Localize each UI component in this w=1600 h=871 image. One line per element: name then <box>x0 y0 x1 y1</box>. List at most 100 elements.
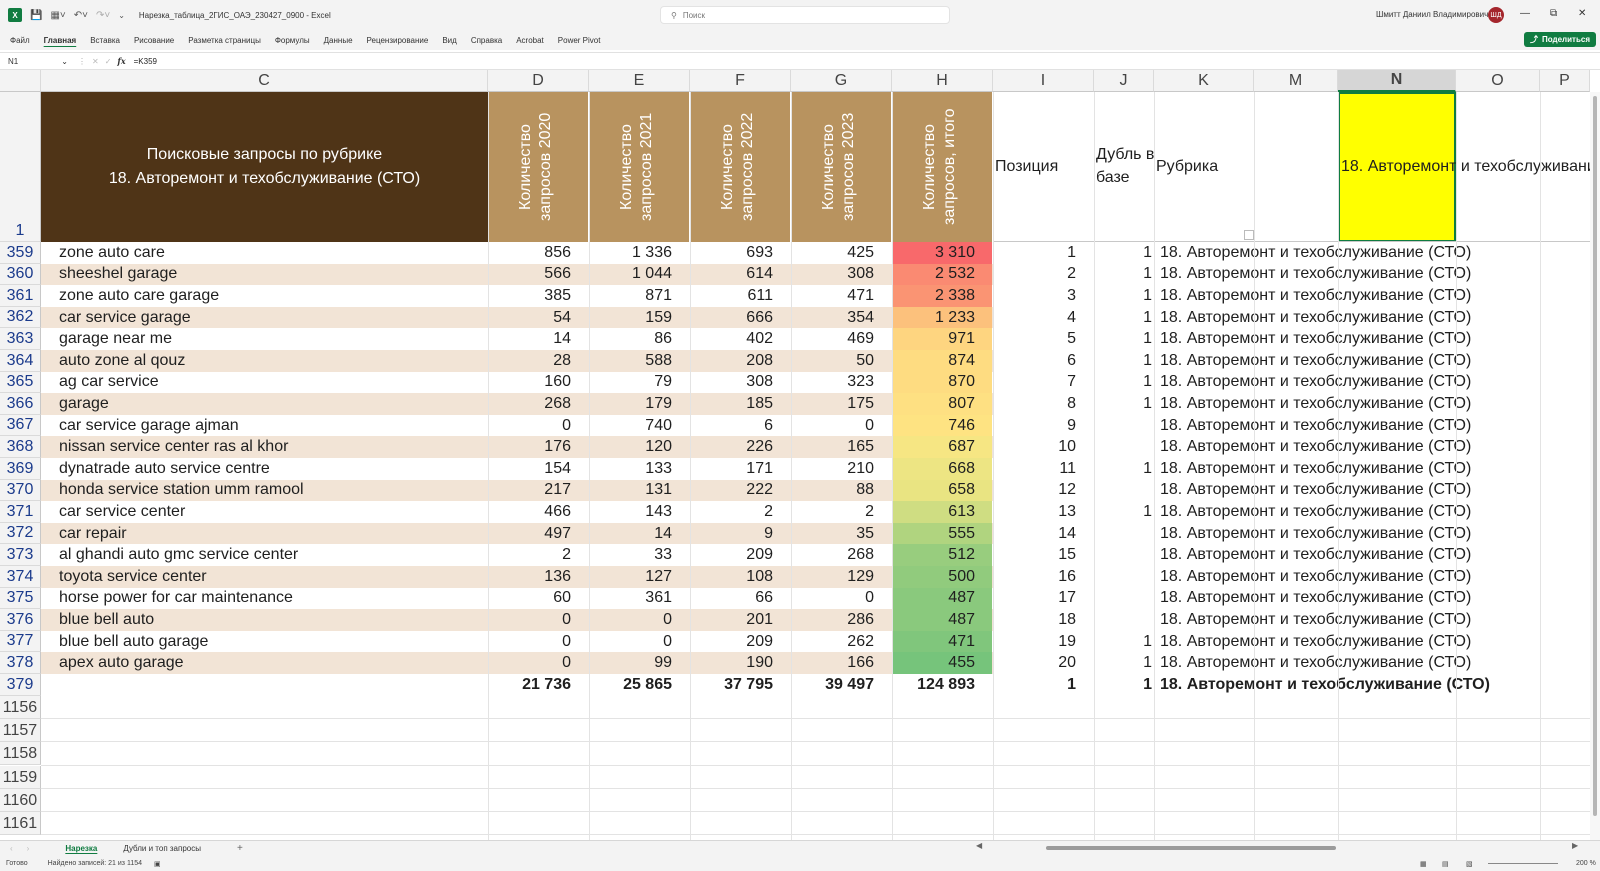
value-cell-e[interactable]: 120 <box>589 436 672 458</box>
column-header-e[interactable]: E <box>589 70 690 92</box>
value-cell-e[interactable]: 33 <box>589 544 672 566</box>
value-cell-f[interactable]: 666 <box>690 307 773 329</box>
query-cell[interactable]: zone auto care <box>59 242 165 264</box>
value-cell-d[interactable]: 136 <box>488 566 571 588</box>
rubric-cell[interactable]: 18. Авторемонт и техобслуживание (СТО) <box>1160 609 1471 631</box>
rubric-cell[interactable]: 18. Авторемонт и техобслуживание (СТО) <box>1160 458 1471 480</box>
row-header-empty[interactable]: 1157 <box>0 718 41 743</box>
tab-file[interactable]: Файл <box>10 36 30 45</box>
value-cell-d[interactable]: 466 <box>488 501 571 523</box>
rubric-cell[interactable]: 18. Авторемонт и техобслуживание (СТО) <box>1160 328 1471 350</box>
duplicate-cell[interactable]: 1 <box>1094 458 1152 480</box>
duplicate-cell[interactable] <box>1094 609 1152 631</box>
value-cell-g[interactable]: 268 <box>791 544 874 566</box>
value-cell-e[interactable]: 133 <box>589 458 672 480</box>
value-cell-d[interactable]: 0 <box>488 652 571 674</box>
value-cell-h[interactable]: 455 <box>892 652 975 674</box>
total-cell-e[interactable]: 25 865 <box>589 674 672 696</box>
value-cell-d[interactable]: 385 <box>488 285 571 307</box>
column-header-o[interactable]: O <box>1456 70 1540 92</box>
header-count-f[interactable]: Количество запросов 2022 <box>690 92 790 242</box>
tab-data[interactable]: Данные <box>324 36 353 45</box>
value-cell-f[interactable]: 222 <box>690 480 773 502</box>
value-cell-f[interactable]: 611 <box>690 285 773 307</box>
header-rubric[interactable]: Рубрика <box>1156 92 1218 242</box>
query-cell[interactable]: nissan service center ras al khor <box>59 436 288 458</box>
tab-draw[interactable]: Рисование <box>134 36 174 45</box>
sheet-tab-duplicates[interactable]: Дубли и топ запросы <box>117 844 207 853</box>
value-cell-i[interactable]: 18 <box>993 609 1076 631</box>
search-input[interactable]: ⚲ Поиск <box>660 6 950 24</box>
value-cell-d[interactable]: 497 <box>488 523 571 545</box>
value-cell-f[interactable]: 9 <box>690 523 773 545</box>
add-sheet-icon[interactable]: + <box>237 843 243 854</box>
value-cell-f[interactable]: 614 <box>690 264 773 286</box>
row-header[interactable]: 359 <box>0 242 41 264</box>
value-cell-i[interactable]: 16 <box>993 566 1076 588</box>
value-cell-e[interactable]: 179 <box>589 393 672 415</box>
row-header[interactable]: 364 <box>0 350 41 372</box>
formula-input[interactable]: =K359 <box>134 57 157 66</box>
save-icon[interactable]: 💾 <box>30 10 42 21</box>
query-cell[interactable]: toyota service center <box>59 566 207 588</box>
value-cell-f[interactable]: 6 <box>690 415 773 437</box>
row-header[interactable]: 368 <box>0 436 41 458</box>
value-cell-f[interactable]: 693 <box>690 242 773 264</box>
value-cell-e[interactable]: 588 <box>589 350 672 372</box>
share-button[interactable]: ⤴ Поделиться <box>1524 32 1596 47</box>
value-cell-i[interactable]: 6 <box>993 350 1076 372</box>
total-cell-g[interactable]: 39 497 <box>791 674 874 696</box>
name-box[interactable]: N1 ⌄ <box>4 54 72 68</box>
duplicate-cell[interactable] <box>1094 588 1152 610</box>
row-header[interactable]: 369 <box>0 458 41 480</box>
header-title-cell[interactable]: Поисковые запросы по рубрике 18. Авторемо… <box>41 92 488 242</box>
value-cell-g[interactable]: 165 <box>791 436 874 458</box>
query-cell[interactable]: ag car service <box>59 372 159 394</box>
header-count-g[interactable]: Количество запросов 2023 <box>791 92 891 242</box>
row-header[interactable]: 373 <box>0 544 41 566</box>
value-cell-d[interactable]: 160 <box>488 372 571 394</box>
duplicate-cell[interactable]: 1 <box>1094 285 1152 307</box>
value-cell-e[interactable]: 127 <box>589 566 672 588</box>
value-cell-i[interactable]: 13 <box>993 501 1076 523</box>
row-header-empty[interactable]: 1161 <box>0 812 41 836</box>
filter-button[interactable] <box>1244 230 1254 240</box>
value-cell-f[interactable]: 2 <box>690 501 773 523</box>
tab-help[interactable]: Справка <box>471 36 502 45</box>
value-cell-h[interactable]: 687 <box>892 436 975 458</box>
duplicate-cell[interactable] <box>1094 566 1152 588</box>
row-header[interactable]: 363 <box>0 328 41 350</box>
value-cell-d[interactable]: 268 <box>488 393 571 415</box>
value-cell-h[interactable]: 870 <box>892 372 975 394</box>
tab-review[interactable]: Рецензирование <box>367 36 429 45</box>
duplicate-cell[interactable]: 1 <box>1094 393 1152 415</box>
minimize-icon[interactable]: — <box>1520 8 1530 19</box>
value-cell-e[interactable]: 143 <box>589 501 672 523</box>
redo-icon[interactable]: ↷˅ <box>96 10 110 21</box>
duplicate-cell[interactable]: 1 <box>1094 264 1152 286</box>
total-rubric[interactable]: 18. Авторемонт и техобслуживание (СТО) <box>1160 674 1490 696</box>
value-cell-e[interactable]: 1 044 <box>589 264 672 286</box>
tab-view[interactable]: Вид <box>442 36 456 45</box>
value-cell-i[interactable]: 10 <box>993 436 1076 458</box>
row-header[interactable]: 374 <box>0 566 41 588</box>
duplicate-cell[interactable] <box>1094 436 1152 458</box>
rubric-cell[interactable]: 18. Авторемонт и техобслуживание (СТО) <box>1160 588 1471 610</box>
rubric-cell[interactable]: 18. Авторемонт и техобслуживание (СТО) <box>1160 566 1471 588</box>
value-cell-g[interactable]: 308 <box>791 264 874 286</box>
duplicate-cell[interactable]: 1 <box>1094 372 1152 394</box>
query-cell[interactable]: garage <box>59 393 109 415</box>
value-cell-h[interactable]: 2 338 <box>892 285 975 307</box>
duplicate-cell[interactable]: 1 <box>1094 350 1152 372</box>
rubric-cell[interactable]: 18. Авторемонт и техобслуживание (СТО) <box>1160 285 1471 307</box>
value-cell-g[interactable]: 210 <box>791 458 874 480</box>
query-cell[interactable]: car service center <box>59 501 185 523</box>
rubric-cell[interactable]: 18. Авторемонт и техобслуживание (СТО) <box>1160 264 1471 286</box>
value-cell-i[interactable]: 5 <box>993 328 1076 350</box>
scroll-thumb[interactable] <box>1593 96 1597 816</box>
value-cell-f[interactable]: 185 <box>690 393 773 415</box>
query-cell[interactable]: garage near me <box>59 328 172 350</box>
row-header[interactable]: 371 <box>0 501 41 523</box>
rubric-cell[interactable]: 18. Авторемонт и техобслуживание (СТО) <box>1160 307 1471 329</box>
value-cell-i[interactable]: 3 <box>993 285 1076 307</box>
